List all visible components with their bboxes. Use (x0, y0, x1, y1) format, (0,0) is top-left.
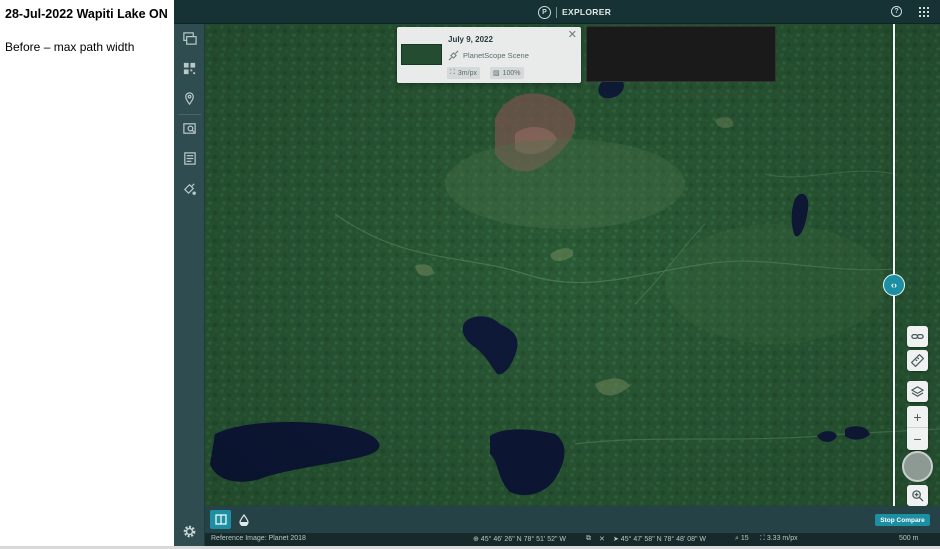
explorer-app: P EXPLORER ? July 9, 2022 PlanetScope Sc… (174, 0, 940, 546)
brand[interactable]: P EXPLORER (538, 5, 611, 19)
layers-button[interactable] (907, 381, 928, 402)
top-bar: P EXPLORER ? (174, 0, 940, 24)
zoom-control: + − (907, 406, 928, 450)
coverage-chip: ▨ 100% (490, 67, 524, 79)
scenes-icon[interactable] (181, 30, 198, 47)
ruler-icon (911, 354, 924, 367)
center-coordinates: ➤ 45° 47' 58" N 78° 48' 08" W (613, 536, 707, 543)
mosaics-icon[interactable] (181, 60, 198, 77)
brand-label: EXPLORER (562, 7, 612, 17)
stop-compare-button[interactable]: Stop Compare (875, 514, 930, 526)
scene-type-row: PlanetScope Scene (448, 50, 529, 61)
document-title: 28-Jul-2022 Wapiti Lake ON (5, 7, 168, 21)
scene-date: July 9, 2022 (448, 35, 493, 44)
document-panel: 28-Jul-2022 Wapiti Lake ON Before – max … (0, 0, 174, 549)
redacted-panel (586, 26, 776, 82)
split-view-button[interactable] (210, 510, 231, 529)
apps-grid-icon[interactable] (919, 7, 929, 17)
measure-button[interactable] (907, 350, 928, 371)
reference-image-label: Reference Image: Planet 2018 (211, 535, 306, 542)
resolution-value: 3m/px (457, 69, 477, 77)
copy-icon[interactable]: ⧉ (586, 535, 591, 543)
close-icon[interactable]: ✕ (568, 30, 577, 41)
nav-divider (178, 114, 201, 115)
zoom-level: ⌕ 15 (735, 535, 749, 542)
resolution-icon: ⛶ (450, 69, 455, 76)
scene-thumbnail (401, 44, 442, 65)
places-icon[interactable] (181, 90, 198, 107)
basemap-globe-button[interactable] (902, 451, 933, 482)
opacity-view-button[interactable] (234, 510, 253, 529)
side-nav (174, 24, 205, 546)
resolution-chip: ⛶ 3m/px (447, 67, 480, 79)
scene-card[interactable]: July 9, 2022 PlanetScope Scene ⛶ 3m/px ▨… (397, 27, 581, 83)
opacity-icon (238, 513, 249, 526)
help-icon[interactable]: ? (891, 6, 902, 17)
planet-logo-icon: P (538, 5, 551, 19)
saved-search-icon[interactable] (181, 120, 198, 137)
scene-type: PlanetScope Scene (463, 51, 529, 60)
zoom-out-button[interactable]: − (907, 428, 928, 450)
compare-handle[interactable]: ‹› (883, 274, 905, 296)
link-icon (911, 333, 924, 340)
settings-gear-icon[interactable] (182, 524, 197, 539)
layers-icon (911, 386, 924, 397)
split-view-icon (214, 514, 227, 525)
zoom-search-icon (912, 490, 924, 502)
link-button[interactable] (907, 326, 928, 347)
cursor-coordinates: ⊕ 45° 46' 26" N 78° 51' 52" W (473, 536, 567, 543)
status-bar: Reference Image: Planet 2018 ⊕ 45° 46' 2… (205, 533, 940, 546)
compare-toolbar: Stop Compare (205, 506, 940, 533)
satellite-imagery (205, 24, 940, 506)
compare-divider[interactable] (893, 24, 895, 506)
tasking-icon[interactable] (181, 180, 198, 197)
coverage-value: 100% (502, 69, 521, 77)
scale-bar-label: 500 m (899, 535, 919, 542)
reports-icon[interactable] (181, 150, 198, 167)
zoom-in-button[interactable]: + (907, 406, 928, 428)
coverage-icon: ▨ (493, 70, 500, 77)
zoom-search-button[interactable] (907, 485, 928, 506)
document-note: Before – max path width (5, 40, 135, 54)
satellite-icon (448, 50, 459, 61)
map-resolution: ⛶ 3.33 m/px (760, 535, 798, 542)
map-viewport[interactable]: July 9, 2022 PlanetScope Scene ⛶ 3m/px ▨… (205, 24, 940, 506)
clear-coordinates-icon[interactable]: ✕ (599, 535, 605, 543)
brand-divider (556, 6, 557, 18)
